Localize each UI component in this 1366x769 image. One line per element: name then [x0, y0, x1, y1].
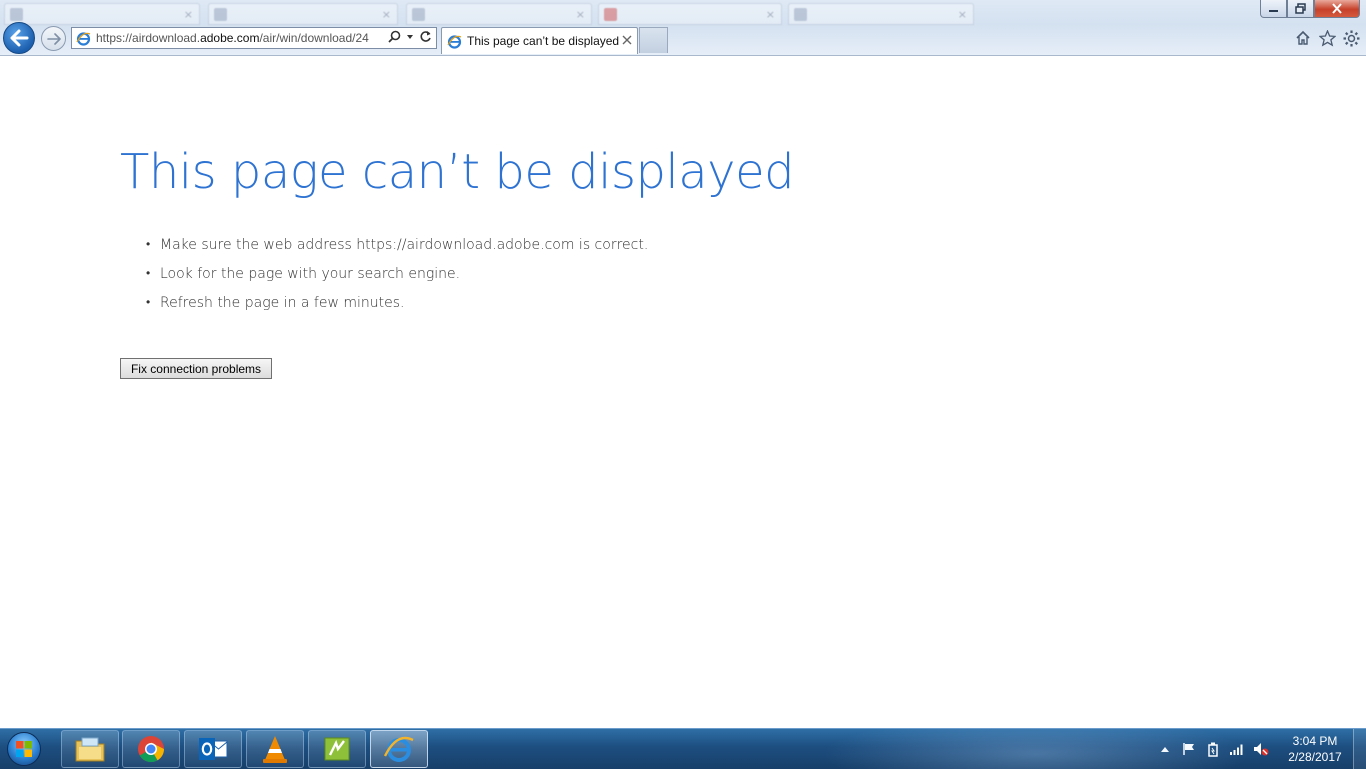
minimize-button[interactable] — [1260, 0, 1287, 18]
power-icon[interactable] — [1205, 741, 1221, 757]
outlook-icon — [199, 738, 228, 760]
ie-favicon-icon — [76, 31, 91, 46]
taskbar-vlc[interactable] — [246, 730, 304, 768]
background-tab: × — [208, 3, 398, 25]
network-signal-icon[interactable] — [1229, 741, 1245, 757]
background-window-tabs: × × × × × — [0, 0, 1000, 27]
taskbar-app-green[interactable] — [308, 730, 366, 768]
gear-icon[interactable] — [1342, 29, 1360, 47]
background-tab: × — [4, 3, 200, 25]
show-hidden-icons-icon[interactable] — [1157, 741, 1173, 757]
show-desktop-button[interactable] — [1353, 729, 1366, 769]
background-tab: × — [598, 3, 782, 25]
tip-item: Refresh the page in a few minutes. — [146, 295, 648, 324]
restore-icon — [1294, 3, 1306, 14]
new-tab-button[interactable] — [639, 27, 668, 53]
star-icon[interactable] — [1318, 29, 1336, 47]
vlc-icon — [263, 736, 287, 763]
taskbar-chrome[interactable] — [122, 730, 180, 768]
taskbar: 3:04 PM 2/28/2017 — [0, 728, 1366, 769]
action-center-flag-icon[interactable] — [1181, 741, 1197, 757]
minimize-icon — [1269, 9, 1278, 12]
clock-time: 3:04 PM — [1292, 734, 1338, 748]
chrome-icon — [138, 736, 165, 763]
forward-arrow-icon — [46, 32, 61, 45]
background-tab: × — [406, 3, 592, 25]
address-bar[interactable]: https://airdownload.adobe.com/air/win/do… — [71, 27, 437, 49]
tip-item: Look for the page with your search engin… — [146, 266, 648, 295]
forward-button[interactable] — [41, 26, 66, 51]
taskbar-internet-explorer[interactable] — [370, 730, 428, 768]
browser-chrome: × × × × × https://airdownload.adobe.com/… — [0, 0, 1366, 56]
taskbar-file-explorer[interactable] — [61, 730, 119, 768]
system-clock[interactable]: 3:04 PM 2/28/2017 — [1277, 733, 1353, 765]
close-icon — [1332, 3, 1342, 14]
browser-toolbar-right — [1294, 29, 1360, 47]
app-icon — [324, 737, 350, 761]
start-button[interactable] — [2, 730, 46, 768]
home-icon[interactable] — [1294, 29, 1312, 47]
system-tray: 3:04 PM 2/28/2017 — [1157, 729, 1366, 769]
tip-item: Make sure the web address https://airdow… — [146, 237, 648, 266]
window-controls — [1260, 0, 1360, 19]
tab-title: This page can’t be displayed — [467, 34, 620, 48]
search-icon[interactable] — [388, 30, 401, 47]
close-icon[interactable] — [622, 32, 632, 49]
address-url[interactable]: https://airdownload.adobe.com/air/win/do… — [96, 31, 381, 45]
page-content: This page can’t be displayed Make sure t… — [0, 56, 1366, 728]
back-button[interactable] — [3, 22, 35, 54]
back-arrow-icon — [10, 29, 29, 47]
fix-connection-problems-button[interactable]: Fix connection problems — [120, 358, 272, 379]
volume-muted-icon[interactable] — [1253, 741, 1269, 757]
clock-date: 2/28/2017 — [1288, 750, 1342, 764]
refresh-icon[interactable] — [419, 30, 432, 47]
windows-logo-icon — [7, 732, 41, 766]
background-tab: × — [788, 3, 974, 25]
restore-button[interactable] — [1287, 0, 1314, 18]
taskbar-outlook[interactable] — [184, 730, 242, 768]
internet-explorer-icon — [383, 736, 414, 762]
error-title: This page can’t be displayed — [120, 144, 795, 200]
ie-favicon-icon — [447, 34, 462, 49]
tab-active[interactable]: This page can’t be displayed — [441, 27, 638, 54]
dropdown-icon[interactable] — [406, 30, 414, 47]
folder-icon — [75, 737, 105, 762]
error-tips-list: Make sure the web address https://airdow… — [146, 237, 648, 324]
close-window-button[interactable] — [1314, 0, 1360, 18]
